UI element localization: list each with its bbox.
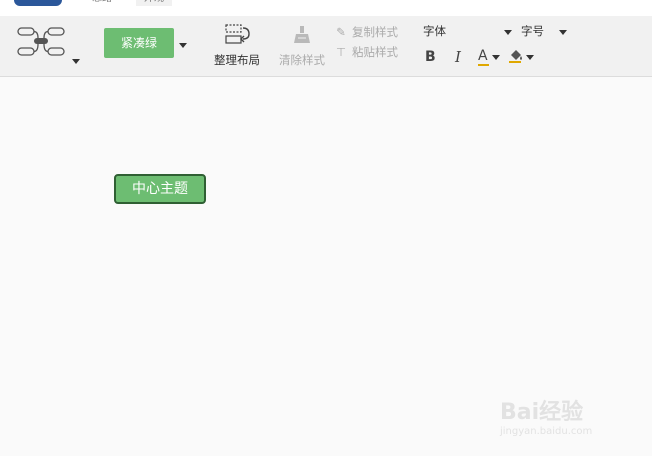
arrange-layout-icon	[225, 24, 250, 44]
chevron-down-icon	[504, 30, 512, 35]
font-color-icon: A	[478, 48, 488, 64]
arrange-layout-button[interactable]: 整理布局	[210, 22, 264, 68]
paste-style-icon: ⊤	[335, 45, 347, 59]
tab-strip: 思路 外观	[0, 0, 652, 16]
font-color-swatch	[478, 64, 489, 66]
copy-style-icon: ✎	[336, 25, 346, 39]
font-size-value: 字号	[521, 24, 544, 38]
eraser-brush-icon	[294, 26, 310, 43]
paint-bucket-icon	[509, 50, 522, 63]
app-logo[interactable]	[14, 0, 62, 6]
bold-button[interactable]: B	[425, 47, 436, 67]
tab-thinking[interactable]: 思路	[92, 0, 112, 6]
clear-style-button[interactable]: 清除样式	[276, 22, 328, 68]
font-family-value: 字体	[423, 24, 446, 38]
copy-style-label: 复制样式	[352, 25, 398, 39]
theme-dropdown-icon[interactable]	[179, 43, 187, 48]
italic-button[interactable]: I	[455, 47, 461, 67]
font-color-button[interactable]: A	[478, 47, 502, 67]
paste-style-label: 粘贴样式	[352, 45, 398, 59]
watermark-url: jingyan.baidu.com	[500, 426, 593, 437]
theme-button[interactable]: 紧凑绿	[104, 28, 174, 58]
chevron-down-icon	[72, 59, 80, 64]
tab-appearance[interactable]: 外观	[136, 0, 172, 6]
paste-style-button[interactable]: ⊤ 粘贴样式	[334, 44, 398, 60]
toolbar: 紧凑绿 整理布局 清除样式 ✎ 复制样式 ⊤ 粘贴样式 字体 字号 B I A	[0, 16, 652, 77]
clear-style-label: 清除样式	[279, 53, 325, 67]
arrange-layout-label: 整理布局	[214, 53, 260, 67]
font-size-select[interactable]: 字号	[518, 22, 568, 40]
fill-color-button[interactable]	[508, 47, 534, 67]
copy-style-button[interactable]: ✎ 复制样式	[334, 24, 398, 40]
central-topic-node[interactable]: 中心主题	[114, 174, 206, 204]
chevron-down-icon	[559, 30, 567, 35]
watermark-brand: Bai经验	[500, 400, 584, 425]
chevron-down-icon	[492, 55, 500, 60]
chevron-down-icon	[526, 55, 534, 60]
font-family-select[interactable]: 字体	[420, 22, 512, 40]
mindmap-structure-icon	[17, 27, 65, 56]
structure-button[interactable]	[16, 24, 82, 68]
baidu-watermark: Bai经验 jingyan.baidu.com	[500, 382, 650, 442]
